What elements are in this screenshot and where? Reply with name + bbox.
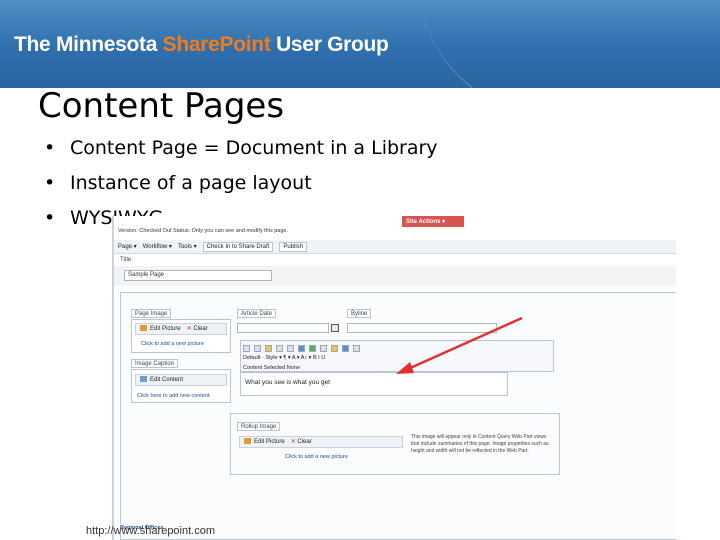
footer-url[interactable]: http://www.sharepoint.com	[86, 525, 215, 537]
red-arrow-annotation	[396, 316, 523, 374]
arrow-shaft	[407, 316, 523, 371]
arrow-head	[396, 362, 414, 374]
